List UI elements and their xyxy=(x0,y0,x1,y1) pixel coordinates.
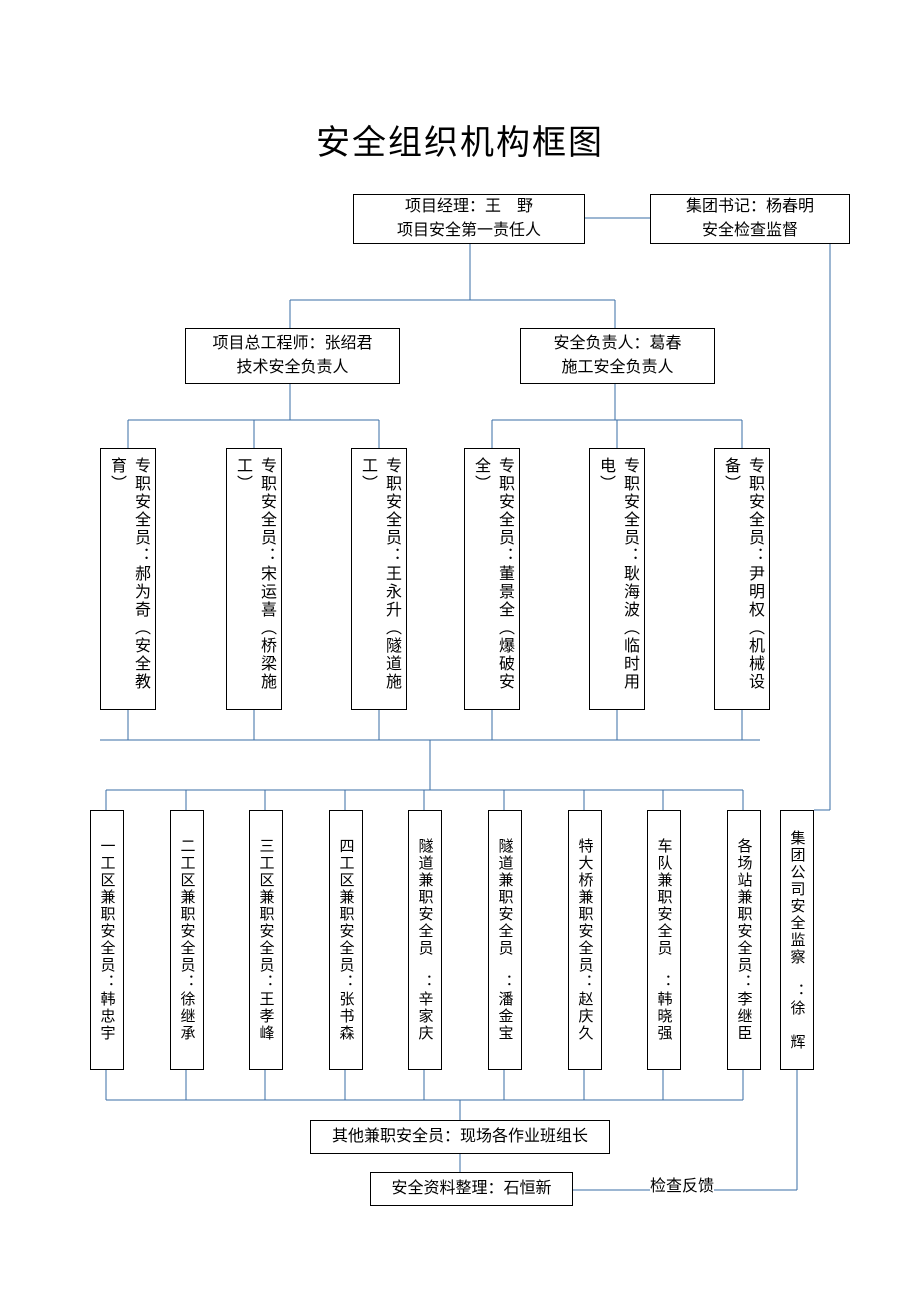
node-safety-lead: 安全负责人：葛春 施工安全负责人 xyxy=(520,328,715,384)
node-part-7: 特大桥兼职安全员：赵庆久 xyxy=(568,810,602,1070)
node-part-1: 一工区兼职安全员：韩忠宇 xyxy=(90,810,124,1070)
node-fulltime-6: 专职安全员：尹明权（机械设备） xyxy=(714,448,770,710)
node-chief-engineer: 项目总工程师：张绍君 技术安全负责人 xyxy=(185,328,400,384)
node-part-9: 各场站兼职安全员：李继臣 xyxy=(727,810,761,1070)
pm-line2: 项目安全第一责任人 xyxy=(397,219,541,243)
node-part-2: 二工区兼职安全员：徐继承 xyxy=(170,810,204,1070)
safety-line1: 安全负责人：葛春 xyxy=(553,332,681,356)
chief-line1: 项目总工程师：张绍君 xyxy=(212,332,372,356)
group-line1: 集团书记：杨春明 xyxy=(686,195,814,219)
chief-line2: 技术安全负责人 xyxy=(236,356,348,380)
node-part-8: 车队兼职安全员 ：韩晓强 xyxy=(647,810,681,1070)
node-other-parttime: 其他兼职安全员：现场各作业班组长 xyxy=(310,1120,610,1154)
diagram-title: 安全组织机构框图 xyxy=(0,115,920,164)
label-feedback: 检查反馈 xyxy=(650,1172,714,1196)
group-line2: 安全检查监督 xyxy=(702,219,798,243)
node-fulltime-2: 专职安全员：宋运喜（桥梁施工） xyxy=(226,448,282,710)
node-part-4: 四工区兼职安全员：张书森 xyxy=(329,810,363,1070)
node-safety-data: 安全资料整理：石恒新 xyxy=(370,1172,573,1206)
safety-line2: 施工安全负责人 xyxy=(561,356,673,380)
node-part-3: 三工区兼职安全员：王孝峰 xyxy=(249,810,283,1070)
node-fulltime-4: 专职安全员：董景全（爆破安全） xyxy=(464,448,520,710)
node-group-secretary: 集团书记：杨春明 安全检查监督 xyxy=(650,194,850,244)
node-part-6: 隧道兼职安全员 ：潘金宝 xyxy=(488,810,522,1070)
node-part-10: 集团公司安全监察 ：徐 辉 xyxy=(780,810,814,1070)
pm-line1: 项目经理：王 野 xyxy=(405,195,533,219)
node-project-manager: 项目经理：王 野 项目安全第一责任人 xyxy=(353,194,585,244)
node-part-5: 隧道兼职安全员 ：辛家庆 xyxy=(408,810,442,1070)
node-fulltime-1: 专职安全员：郝为奇（安全教育） xyxy=(100,448,156,710)
node-fulltime-3: 专职安全员：王永升（隧道施工） xyxy=(351,448,407,710)
node-fulltime-5: 专职安全员：耿海波（临时用电） xyxy=(589,448,645,710)
